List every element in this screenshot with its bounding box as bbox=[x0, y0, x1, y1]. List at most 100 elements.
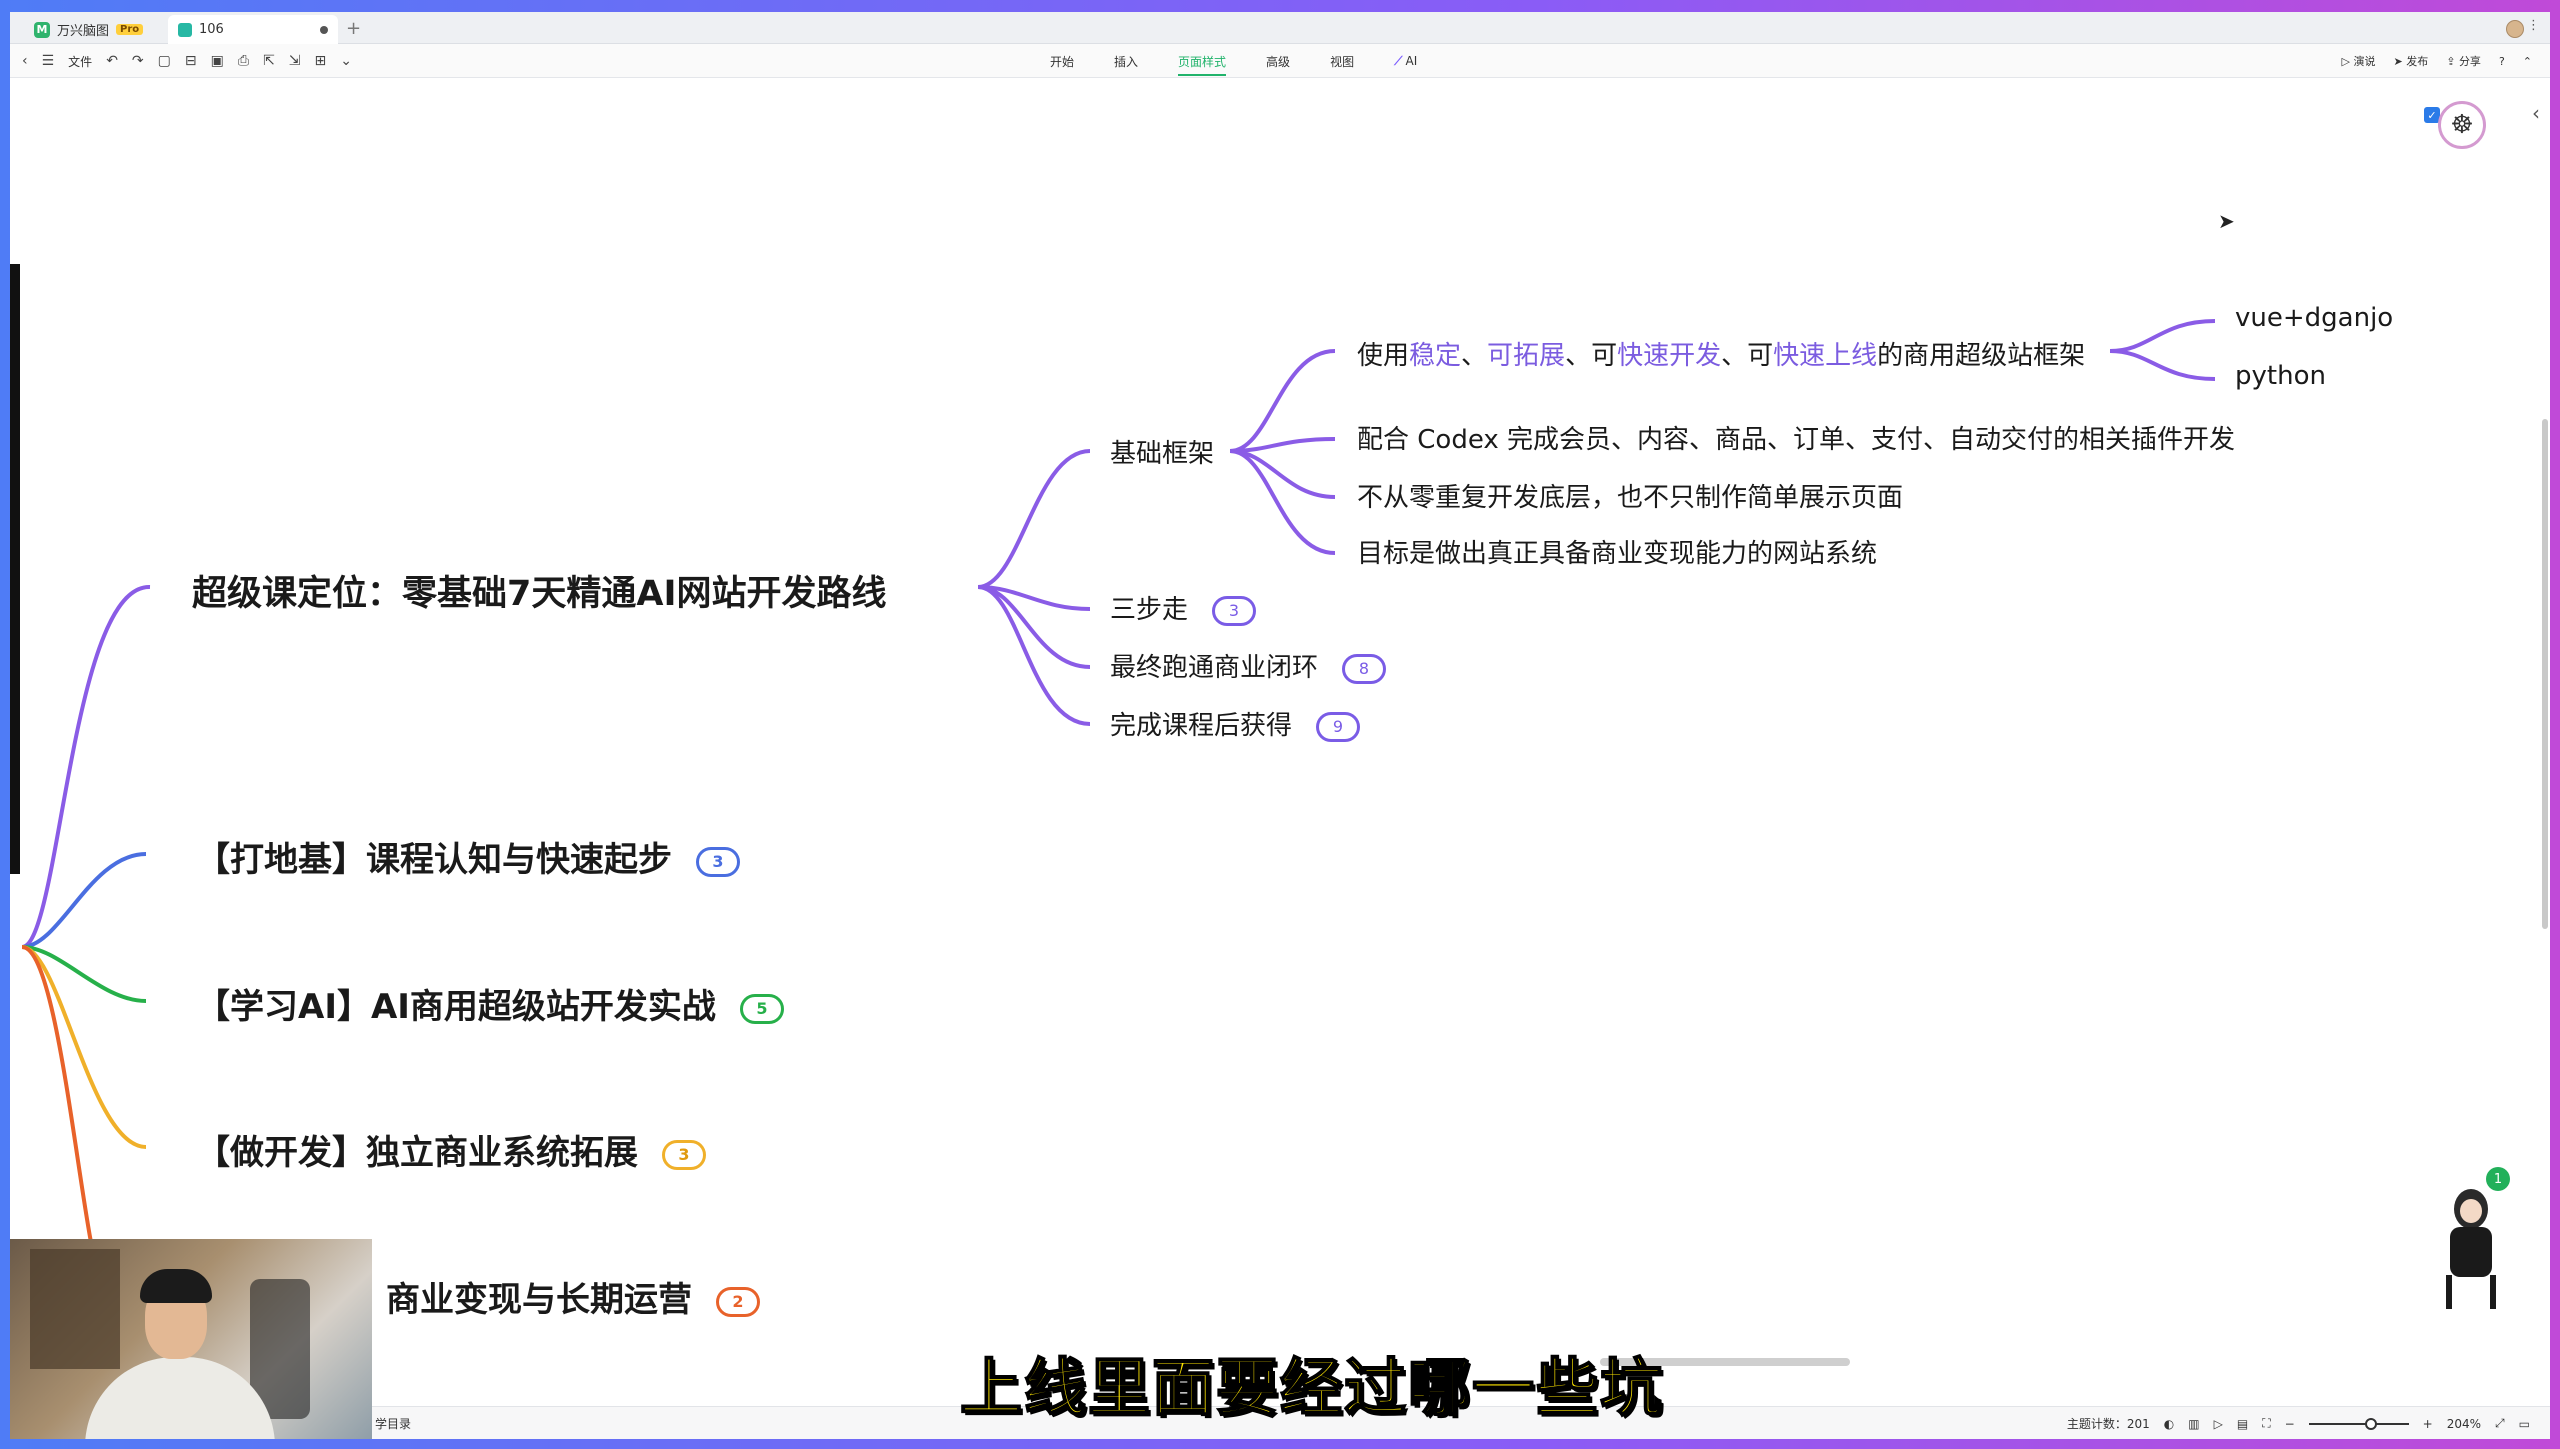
window-menu-icon[interactable]: ⋮ bbox=[2527, 18, 2540, 33]
branch-monetization[interactable]: 商业变现与长期运营 2 bbox=[386, 1272, 760, 1321]
collapsed-count-badge[interactable]: 5 bbox=[739, 993, 784, 1024]
connector-branch-1 bbox=[21, 852, 147, 949]
collapsed-count-badge[interactable]: 3 bbox=[696, 846, 740, 877]
zoom-slider[interactable] bbox=[2308, 1417, 2409, 1430]
tab-document[interactable]: 106 bbox=[168, 15, 338, 44]
branch-label: 【打地基】课程认知与快速起步 bbox=[196, 840, 672, 880]
publish-button[interactable]: ➤ 发布 bbox=[2394, 53, 2429, 69]
play-icon[interactable]: ▷ bbox=[2214, 1417, 2223, 1431]
video-subtitle: 上线里面要经过哪一些坑 bbox=[959, 1350, 1665, 1425]
webcam-overlay bbox=[10, 1239, 372, 1439]
open-folder-icon[interactable]: ⊟ bbox=[185, 53, 197, 69]
import-icon[interactable]: ⇲ bbox=[289, 53, 301, 69]
collapsed-count-badge[interactable]: 8 bbox=[1342, 653, 1387, 684]
topic-label: 最终跑通商业闭环 bbox=[1110, 653, 1319, 683]
menu-page-style[interactable]: 页面样式 bbox=[1178, 53, 1227, 76]
fullscreen-icon[interactable]: ⤢ bbox=[2495, 1416, 2505, 1431]
topic-business-loop[interactable]: 最终跑通商业闭环 8 bbox=[1110, 647, 1387, 684]
topic-goal[interactable]: 目标是做出真正具备商业变现能力的网站系统 bbox=[1357, 533, 1877, 570]
zoom-out-icon[interactable]: − bbox=[2285, 1417, 2295, 1431]
mascot-legs bbox=[2446, 1275, 2496, 1309]
menu-advanced[interactable]: 高级 bbox=[1266, 53, 1290, 70]
webcam-person-hair bbox=[140, 1269, 212, 1303]
vertical-scrollbar[interactable] bbox=[2542, 419, 2548, 929]
topic-codex-plugins[interactable]: 配合 Codex 完成会员、内容、商品、订单、支付、自动交付的相关插件开发 bbox=[1357, 419, 2235, 456]
assistant-mascot[interactable] bbox=[2436, 1181, 2506, 1311]
menu-start[interactable]: 开始 bbox=[1050, 53, 1074, 70]
theme-icon[interactable]: ◐ bbox=[2164, 1417, 2174, 1431]
sidebar-toggle-icon[interactable]: ▭ bbox=[2519, 1417, 2530, 1431]
highlight-extensible: 可拓展 bbox=[1487, 341, 1566, 371]
menu-insert[interactable]: 插入 bbox=[1114, 53, 1138, 70]
print-icon[interactable]: ⎙ bbox=[238, 53, 249, 69]
webcam-bookshelf bbox=[30, 1249, 120, 1369]
collapse-panel-chevron-icon[interactable]: ‹ bbox=[2532, 101, 2540, 125]
save-icon[interactable]: ▣ bbox=[211, 53, 224, 69]
highlight-fast-launch: 快速上线 bbox=[1773, 341, 1878, 371]
topic-course-gains[interactable]: 完成课程后获得 9 bbox=[1110, 705, 1361, 742]
back-arrow-icon[interactable]: ‹ bbox=[22, 53, 28, 69]
webcam-person-body bbox=[85, 1357, 275, 1439]
connector-l2-0 bbox=[977, 449, 1091, 589]
collapsed-count-badge[interactable]: 9 bbox=[1316, 711, 1361, 742]
pro-badge: Pro bbox=[116, 24, 144, 35]
ai-sparkle-icon: ⟋ bbox=[1394, 53, 1403, 68]
outline-button[interactable]: 学目录 bbox=[375, 1415, 411, 1432]
undo-icon[interactable]: ↶ bbox=[106, 53, 118, 69]
topic-framework-description[interactable]: 使用稳定、可拓展、可快速开发、可快速上线的商用超级站框架 bbox=[1357, 335, 2085, 372]
zoom-level[interactable]: 204% bbox=[2447, 1417, 2481, 1431]
branch-learn-ai[interactable]: 【学习AI】AI商用超级站开发实战 5 bbox=[196, 979, 784, 1028]
share-button[interactable]: ⇪ 分享 bbox=[2446, 53, 2481, 69]
file-menu[interactable]: 文件 bbox=[68, 53, 92, 70]
redo-icon[interactable]: ↷ bbox=[132, 53, 144, 69]
fit-screen-icon[interactable]: ⛶ bbox=[2262, 1416, 2270, 1431]
collapsed-count-badge[interactable]: 3 bbox=[1212, 595, 1257, 626]
layout-icon[interactable]: ▤ bbox=[2237, 1417, 2248, 1431]
account-avatar[interactable] bbox=[2506, 20, 2524, 38]
share-label: 分享 bbox=[2458, 55, 2481, 68]
toolbar: ‹ ☰ 文件 ↶ ↷ ▢ ⊟ ▣ ⎙ ⇱ ⇲ ⊞ ⌄ 开始 插入 页面样式 高级… bbox=[10, 44, 2550, 78]
book-view-icon[interactable]: ▥ bbox=[2188, 1417, 2199, 1431]
zoom-slider-knob[interactable] bbox=[2364, 1417, 2377, 1430]
new-file-icon[interactable]: ▢ bbox=[158, 53, 171, 69]
menu-ai[interactable]: ⟋ AI bbox=[1394, 54, 1417, 69]
mouse-cursor-icon: ➤ bbox=[2218, 209, 2235, 233]
more-chevron-icon[interactable]: ⌄ bbox=[340, 53, 352, 69]
mascot-face bbox=[2460, 1199, 2482, 1223]
new-tab-plus-icon[interactable]: + bbox=[346, 18, 361, 39]
branch-development[interactable]: 【做开发】独立商业系统拓展 3 bbox=[196, 1125, 706, 1174]
root-topic[interactable]: 超级课定位：零基础7天精通AI网站开发路线 bbox=[192, 565, 886, 616]
topic-vue-django[interactable]: vue+dganjo bbox=[2235, 303, 2393, 333]
menu-view[interactable]: 视图 bbox=[1330, 53, 1354, 70]
collapse-toolbar-icon[interactable]: ⌃ bbox=[2523, 55, 2532, 68]
zoom-in-icon[interactable]: + bbox=[2423, 1417, 2433, 1431]
text-segment: 、 bbox=[1461, 341, 1488, 371]
template-icon[interactable]: ⊞ bbox=[315, 53, 327, 69]
connector-l3-3 bbox=[1229, 449, 1336, 555]
collapsed-count-badge[interactable]: 2 bbox=[716, 1286, 760, 1317]
topic-count: 主题计数：201 bbox=[2066, 1417, 2150, 1431]
branch-label: 【学习AI】AI商用超级站开发实战 bbox=[196, 987, 716, 1027]
hamburger-menu-icon[interactable]: ☰ bbox=[42, 53, 55, 69]
branch-label: 【做开发】独立商业系统拓展 bbox=[196, 1133, 638, 1173]
app-window: M 万兴脑图 Pro 106 + ⋮ ‹ ☰ 文件 ↶ ↷ ▢ ⊟ ▣ ⎙ ⇱ … bbox=[10, 12, 2550, 1439]
notification-badge[interactable]: 1 bbox=[2486, 1167, 2510, 1191]
user-avatar[interactable]: ☸ bbox=[2438, 101, 2486, 149]
topic-three-steps[interactable]: 三步走 3 bbox=[1110, 589, 1257, 626]
topic-python[interactable]: python bbox=[2235, 361, 2326, 391]
help-icon[interactable]: ? bbox=[2499, 55, 2505, 68]
export-icon[interactable]: ⇱ bbox=[263, 53, 275, 69]
topic-basic-framework[interactable]: 基础框架 bbox=[1110, 433, 1214, 470]
text-segment: 、可 bbox=[1565, 341, 1618, 371]
mindmap-connectors bbox=[21, 319, 2216, 1290]
tab-home[interactable]: M 万兴脑图 Pro bbox=[24, 15, 159, 44]
unsaved-dot-icon[interactable] bbox=[320, 25, 328, 34]
app-logo-icon: M bbox=[34, 21, 50, 38]
text-segment: 使用 bbox=[1357, 341, 1410, 371]
branch-foundation[interactable]: 【打地基】课程认知与快速起步 3 bbox=[196, 832, 740, 881]
collapsed-count-badge[interactable]: 3 bbox=[662, 1139, 706, 1170]
topic-no-rebuild[interactable]: 不从零重复开发底层，也不只制作简单展示页面 bbox=[1357, 477, 1903, 514]
mindmap-canvas[interactable]: 超级课定位：零基础7天精通AI网站开发路线 基础框架 三步走 3 最终跑通商业闭环… bbox=[10, 79, 2550, 1406]
present-button[interactable]: ▷ 演说 bbox=[2342, 53, 2376, 69]
connector-branch-4 bbox=[21, 945, 104, 1290]
